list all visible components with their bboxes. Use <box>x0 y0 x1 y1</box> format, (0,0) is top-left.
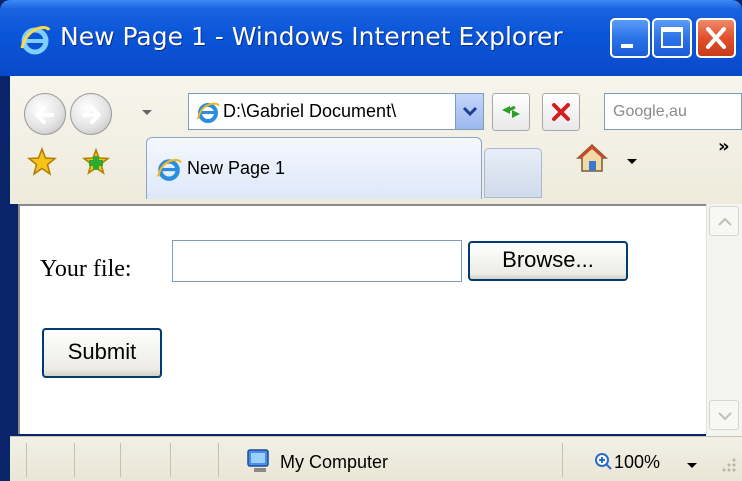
ie-logo-icon <box>20 25 51 55</box>
favorites-star-icon[interactable] <box>26 146 58 178</box>
back-arrow-icon <box>35 106 54 124</box>
window-title: New Page 1 - Windows Internet Explorer <box>60 22 563 51</box>
minimize-button[interactable] <box>610 18 650 58</box>
page-content: Your file: Browse... Submit <box>18 204 706 434</box>
file-path-input[interactable] <box>172 240 462 282</box>
vertical-scrollbar[interactable] <box>706 204 742 436</box>
forward-button[interactable] <box>70 93 112 135</box>
home-icon[interactable] <box>574 140 610 176</box>
status-divider <box>74 443 75 477</box>
resize-grip-icon[interactable] <box>718 454 738 474</box>
security-zone-label[interactable]: My Computer <box>280 452 388 473</box>
address-dropdown-button[interactable] <box>455 94 483 129</box>
maximize-icon <box>661 27 683 48</box>
status-divider <box>218 443 219 477</box>
browse-button[interactable]: Browse... <box>468 241 628 281</box>
close-icon <box>706 27 726 49</box>
new-tab-button[interactable] <box>484 148 542 198</box>
address-text[interactable]: D:\Gabriel Document\ <box>223 101 455 122</box>
browser-window: New Page 1 - Windows Internet Explorer D… <box>0 0 742 481</box>
search-box[interactable]: Google,au <box>604 93 742 130</box>
status-divider <box>562 443 563 477</box>
minimize-icon <box>621 44 633 48</box>
home-dropdown-icon[interactable] <box>626 158 638 166</box>
ie-page-icon <box>197 102 220 123</box>
address-bar[interactable]: D:\Gabriel Document\ <box>188 93 484 130</box>
scroll-up-button[interactable] <box>709 206 739 236</box>
chevron-down-icon <box>718 412 732 421</box>
zoom-icon[interactable] <box>594 452 612 470</box>
submit-button[interactable]: Submit <box>42 328 162 378</box>
zoom-dropdown-icon[interactable] <box>686 462 698 470</box>
recent-pages-dropdown-icon[interactable] <box>140 108 154 118</box>
zoom-level[interactable]: 100% <box>614 452 660 473</box>
chevron-down-icon <box>462 106 478 117</box>
stop-button[interactable] <box>542 93 580 131</box>
close-button[interactable] <box>696 18 736 58</box>
chevron-up-icon <box>718 217 732 226</box>
forward-arrow-icon <box>82 106 101 124</box>
status-divider <box>170 443 171 477</box>
file-label: Your file: <box>40 256 132 282</box>
stop-icon <box>552 103 570 121</box>
scroll-down-button[interactable] <box>709 400 739 430</box>
status-divider <box>26 443 27 477</box>
maximize-button[interactable] <box>652 18 692 58</box>
refresh-button[interactable] <box>492 93 530 131</box>
search-placeholder[interactable]: Google,au <box>613 103 687 121</box>
tab-new-page-1[interactable]: New Page 1 <box>146 137 482 199</box>
add-favorites-icon[interactable] <box>80 146 112 178</box>
status-divider <box>120 443 121 477</box>
more-commands-chevron[interactable]: » <box>718 136 730 157</box>
ie-page-icon <box>157 158 182 181</box>
my-computer-icon <box>247 449 269 472</box>
back-button[interactable] <box>24 93 66 135</box>
title-bar[interactable]: New Page 1 - Windows Internet Explorer <box>0 0 742 76</box>
refresh-icon <box>502 105 520 118</box>
tab-label: New Page 1 <box>187 158 286 178</box>
